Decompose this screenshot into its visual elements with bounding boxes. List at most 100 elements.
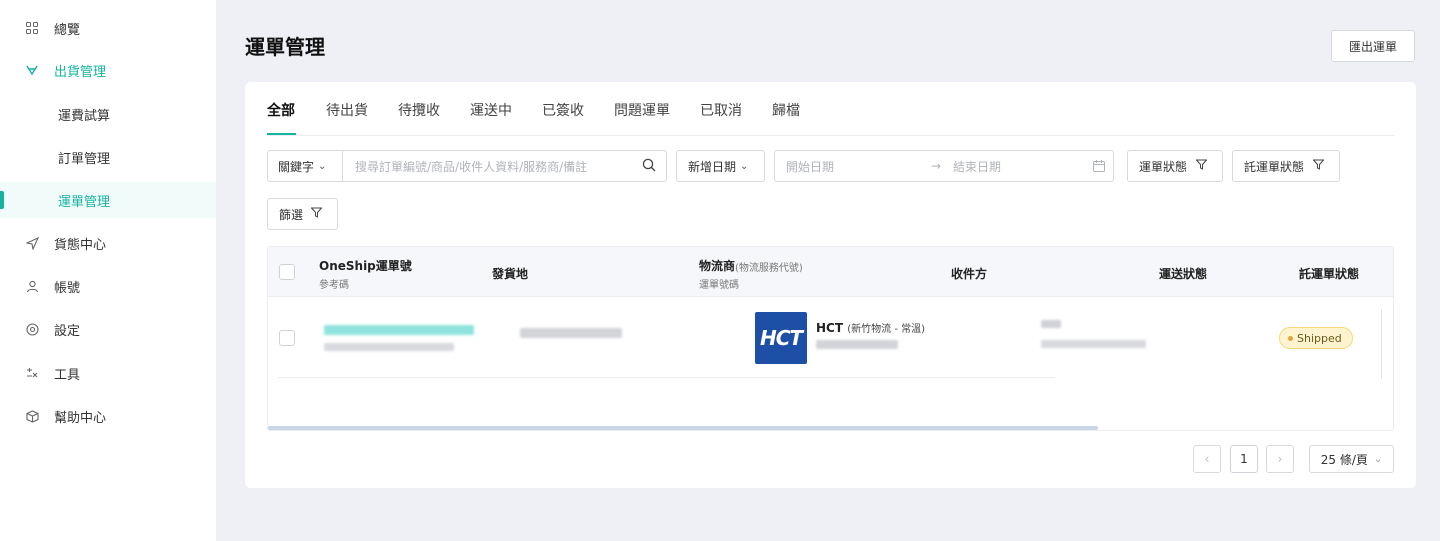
column-origin: 發貨地	[492, 267, 529, 281]
sidebar-item-orders[interactable]: 訂單管理	[0, 139, 216, 175]
carrier-service: (新竹物流 - 常溫)	[847, 324, 926, 335]
waybill-status-label: 運單狀態	[1139, 159, 1188, 174]
hct-logo: HCT	[755, 312, 807, 364]
page-size-select[interactable]: 25 條/頁 ⌄	[1309, 445, 1394, 473]
tab-cancelled[interactable]: 已取消	[700, 100, 742, 120]
reference-code-redacted	[324, 343, 454, 351]
recipient-name-redacted	[1041, 320, 1061, 328]
recipient-info-redacted	[1041, 340, 1146, 348]
chevron-down-icon: ⌄	[740, 160, 749, 172]
sidebar-item-waybills[interactable]: 運單管理	[0, 182, 216, 218]
origin-redacted	[520, 328, 622, 338]
table-header: OneShip運單號 參考碼 發貨地 物流商 (物流服務代號) 運單號碼 收件方…	[268, 247, 1393, 297]
row-checkbox[interactable]	[279, 330, 295, 346]
send-icon	[24, 235, 40, 251]
box-icon	[24, 408, 40, 424]
column-carrier-sub: 運單號碼	[699, 280, 739, 291]
select-all-checkbox[interactable]	[279, 264, 295, 280]
carrier-name: HCT (新竹物流 - 常溫)	[816, 320, 925, 335]
end-date-input[interactable]: 結束日期	[953, 158, 1001, 175]
search-input[interactable]: 搜尋訂單編號/商品/收件人資料/服務商/備註	[343, 158, 642, 175]
page-size-label: 25 條/頁	[1320, 452, 1368, 467]
start-date-input[interactable]: 開始日期	[786, 158, 834, 175]
consign-status-filter[interactable]: 託運單狀態	[1232, 150, 1340, 182]
keyword-select-label: 關鍵字	[278, 159, 315, 174]
consign-status-label: 託運單狀態	[1244, 159, 1305, 174]
tab-archived[interactable]: 歸檔	[772, 100, 800, 120]
tab-pending-pickup[interactable]: 待攬收	[398, 100, 440, 120]
shipping-icon	[24, 62, 40, 78]
column-consign-status: 託運單狀態	[1299, 267, 1360, 281]
column-carrier-paren: (物流服務代號)	[735, 263, 803, 274]
user-icon	[24, 278, 40, 294]
sidebar-item-shipping[interactable]: 出貨管理	[0, 52, 216, 88]
sidebar: 總覽 出貨管理 運費試算 訂單管理 運單管理 貨態中心 帳號 設定 工具 幫助中…	[0, 0, 216, 541]
status-tabs: 全部 待出貨 待攬收 運送中 已簽收 問題運單 已取消 歸檔	[267, 82, 1394, 136]
date-range-picker[interactable]: 開始日期 → 結束日期	[774, 150, 1114, 182]
horizontal-scrollbar[interactable]	[268, 426, 1098, 430]
settings-icon	[24, 321, 40, 337]
waybill-table: OneShip運單號 參考碼 發貨地 物流商 (物流服務代號) 運單號碼 收件方…	[267, 246, 1394, 431]
sidebar-item-label: 工具	[54, 367, 81, 383]
filter-button[interactable]: 篩選	[267, 198, 338, 230]
tools-icon	[24, 365, 40, 381]
export-waybills-button[interactable]: 匯出運單	[1331, 30, 1415, 62]
page-title: 運單管理	[245, 35, 325, 59]
date-type-select[interactable]: 新增日期 ⌄	[676, 150, 765, 182]
sticky-column-divider	[1381, 309, 1382, 379]
chevron-down-icon: ⌄	[1373, 453, 1383, 465]
sidebar-item-account[interactable]: 帳號	[0, 268, 216, 304]
filter-icon	[310, 207, 323, 221]
column-oneship: OneShip運單號	[319, 259, 412, 273]
sidebar-item-tracking[interactable]: 貨態中心	[0, 225, 216, 261]
tab-all[interactable]: 全部	[267, 100, 295, 120]
prev-page-button[interactable]: ‹	[1193, 445, 1221, 473]
tab-pending-shipment[interactable]: 待出貨	[326, 100, 368, 120]
page-number-button[interactable]: 1	[1230, 445, 1258, 473]
sidebar-item-label: 出貨管理	[54, 64, 107, 80]
status-badge-label: Shipped	[1297, 331, 1342, 345]
column-carrier: 物流商	[699, 259, 736, 273]
filter-icon	[1195, 159, 1208, 173]
chevron-left-icon: ‹	[1204, 452, 1210, 466]
status-dot	[1288, 335, 1293, 341]
sidebar-item-tools[interactable]: 工具	[0, 355, 216, 391]
sidebar-item-label: 幫助中心	[54, 410, 107, 426]
column-oneship-sub: 參考碼	[319, 280, 349, 291]
next-page-button[interactable]: ›	[1266, 445, 1294, 473]
carrier-name-text: HCT	[816, 321, 844, 335]
row-divider	[278, 377, 1055, 378]
keyword-search: 關鍵字 ⌄ 搜尋訂單編號/商品/收件人資料/服務商/備註	[267, 150, 667, 182]
column-recipient: 收件方	[951, 267, 988, 281]
tab-problem[interactable]: 問題運單	[614, 100, 670, 120]
sidebar-item-label: 設定	[54, 323, 81, 339]
calendar-icon	[1093, 160, 1105, 175]
sidebar-item-label: 運單管理	[58, 194, 111, 210]
sidebar-item-overview[interactable]: 總覽	[0, 10, 216, 46]
sidebar-item-label: 貨態中心	[54, 237, 107, 253]
waybill-status-filter[interactable]: 運單狀態	[1127, 150, 1223, 182]
waybill-card: 全部 待出貨 待攬收 運送中 已簽收 問題運單 已取消 歸檔 關鍵字 ⌄ 搜尋訂…	[245, 82, 1416, 488]
tab-delivered[interactable]: 已簽收	[542, 100, 584, 120]
sidebar-item-settings[interactable]: 設定	[0, 311, 216, 347]
table-row[interactable]: HCT HCT (新竹物流 - 常溫) Shipped	[268, 298, 1393, 378]
chevron-right-icon: ›	[1277, 452, 1283, 466]
keyword-select[interactable]: 關鍵字 ⌄	[268, 151, 343, 181]
sidebar-item-label: 運費試算	[58, 108, 111, 124]
oneship-number-redacted[interactable]	[324, 325, 474, 335]
tab-in-transit[interactable]: 運送中	[470, 100, 512, 120]
status-badge: Shipped	[1279, 327, 1353, 349]
sidebar-item-label: 總覽	[54, 22, 81, 38]
arrow-right-icon: →	[931, 159, 942, 173]
sidebar-item-freight-calc[interactable]: 運費試算	[0, 96, 216, 132]
sidebar-item-label: 帳號	[54, 280, 81, 296]
grid-icon	[24, 20, 40, 36]
sidebar-item-label: 訂單管理	[58, 151, 111, 167]
filter-button-label: 篩選	[279, 207, 304, 222]
column-delivery-status: 運送狀態	[1159, 267, 1208, 281]
date-type-label: 新增日期	[688, 159, 737, 174]
sidebar-item-help[interactable]: 幫助中心	[0, 398, 216, 434]
search-icon[interactable]	[642, 158, 656, 175]
chevron-down-icon: ⌄	[318, 160, 327, 172]
tracking-number-redacted	[816, 340, 898, 349]
